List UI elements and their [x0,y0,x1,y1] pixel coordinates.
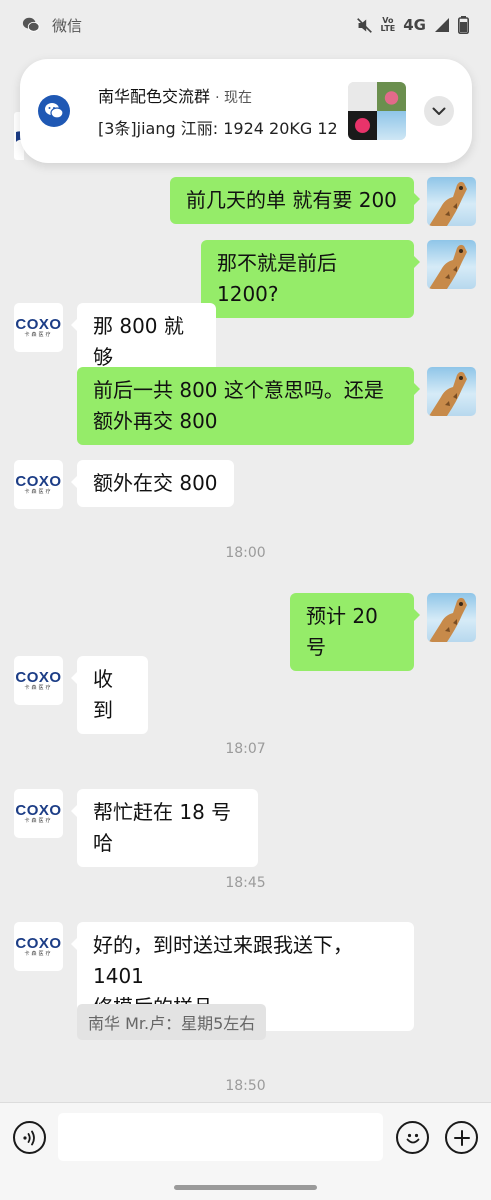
notification-message: [3条]jiang 江丽: 1924 20KG 12... [98,119,338,138]
emoji-button[interactable] [396,1121,429,1154]
message-input[interactable] [58,1113,383,1161]
timestamp: 18:50 [225,1078,266,1094]
status-bar: 微信 Vo LTE 4G [0,0,491,50]
group-thumbnail [348,82,406,140]
message-bubble-out[interactable]: 预计 20 号 [290,593,420,671]
signal-icon [435,18,449,32]
contact-avatar-coxo[interactable]: COXO 卡森医疗 [14,303,63,352]
wechat-app-icon [38,95,70,127]
status-app-name: 微信 [52,16,83,35]
contact-avatar-coxo[interactable]: COXO 卡森医疗 [14,922,63,971]
expand-button[interactable] [424,96,454,126]
message-bubble-out[interactable]: 前后一共 800 这个意思吗。还是 额外再交 800 [77,367,420,445]
wechat-icon [22,17,40,32]
volte-indicator: Vo LTE [380,16,396,33]
timestamp: 18:07 [225,741,266,757]
self-avatar[interactable] [427,177,476,226]
more-button[interactable] [445,1121,478,1154]
contact-avatar-coxo[interactable]: COXO 卡森医疗 [14,656,63,705]
notification-content: 南华配色交流群 · 现在 [3条]jiang 江丽: 1924 20KG 12.… [98,83,338,139]
home-indicator[interactable] [174,1185,317,1190]
message-bubble-in[interactable]: 额外在交 800 [71,460,234,507]
timestamp: 18:45 [225,875,266,891]
chevron-down-icon [432,107,446,115]
notification-group-name: 南华配色交流群 [98,87,211,106]
self-avatar[interactable] [427,240,476,289]
battery-icon [458,16,469,34]
contact-avatar-coxo[interactable]: COXO 卡森医疗 [14,460,63,509]
voice-button[interactable] [13,1121,46,1154]
timestamp: 18:00 [225,545,266,561]
emoji-icon [406,1133,419,1143]
message-bubble-out[interactable]: 前几天的单 就有要 200 [170,177,420,224]
mute-icon [356,17,372,33]
contact-avatar-coxo[interactable]: COXO 卡森医疗 [14,789,63,838]
message-bubble-in[interactable]: 帮忙赶在 18 号哈 [71,789,258,867]
notification-time: · 现在 [215,90,253,106]
network-type: 4G [403,16,426,34]
message-bubble-out[interactable]: 那不就是前后1200? [201,240,420,318]
self-avatar[interactable] [427,367,476,416]
plus-icon [453,1129,470,1146]
message-bubble-in[interactable]: 收到 [71,656,148,734]
voice-icon [22,1130,35,1145]
input-bar [0,1102,491,1200]
self-avatar[interactable] [427,593,476,642]
notification-banner[interactable]: 南华配色交流群 · 现在 [3条]jiang 江丽: 1924 20KG 12.… [20,59,472,163]
quoted-message[interactable]: 南华 Mr.卢：星期5左右 [77,1004,267,1040]
